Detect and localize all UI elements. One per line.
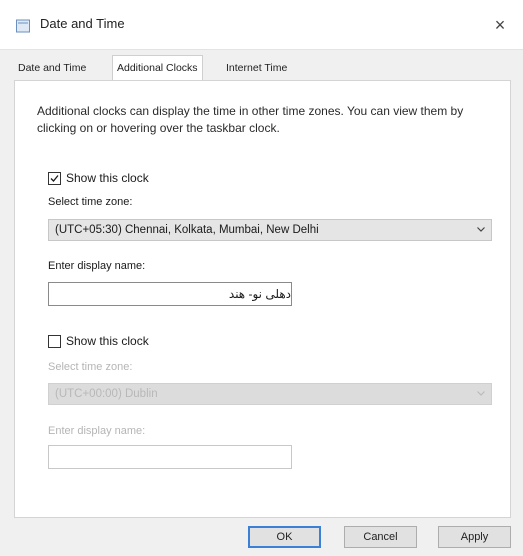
title-bar: Date and Time × xyxy=(0,0,523,50)
tab-additional-clocks[interactable]: Additional Clocks xyxy=(112,55,203,80)
clock-2-timezone-value: (UTC+00:00) Dublin xyxy=(55,388,158,400)
close-button[interactable]: × xyxy=(487,12,513,38)
show-clock-1-checkbox[interactable] xyxy=(48,172,61,185)
clock-1-timezone-label: Select time zone: xyxy=(48,196,133,208)
tab-internet-time[interactable]: Internet Time xyxy=(222,58,291,78)
apply-button[interactable]: Apply xyxy=(438,526,511,548)
clock-2-timezone-select: (UTC+00:00) Dublin xyxy=(48,383,492,405)
clock-window-icon xyxy=(16,19,30,33)
clock-1-timezone-value: (UTC+05:30) Chennai, Kolkata, Mumbai, Ne… xyxy=(55,224,319,236)
clock-1-display-name-label: Enter display name: xyxy=(48,260,146,272)
cancel-button[interactable]: Cancel xyxy=(344,526,417,548)
clock-2-timezone-label: Select time zone: xyxy=(48,361,133,373)
window-title: Date and Time xyxy=(40,16,125,31)
clock-1-display-name-input[interactable]: دهلی نو- هند xyxy=(48,282,292,306)
tab-date-and-time[interactable]: Date and Time xyxy=(14,58,90,78)
description-text: Additional clocks can display the time i… xyxy=(37,104,464,135)
show-clock-2-checkbox[interactable] xyxy=(48,335,61,348)
tab-panel: Additional clocks can display the time i… xyxy=(14,80,511,518)
chevron-down-icon xyxy=(477,391,485,396)
clock-2-display-name-input xyxy=(48,445,292,469)
show-clock-2-label: Show this clock xyxy=(66,334,149,348)
close-icon: × xyxy=(494,15,506,35)
chevron-down-icon xyxy=(477,227,485,232)
clock-1-timezone-select[interactable]: (UTC+05:30) Chennai, Kolkata, Mumbai, Ne… xyxy=(48,219,492,241)
clock-1-display-name-value: دهلی نو- هند xyxy=(228,287,291,301)
ok-button[interactable]: OK xyxy=(248,526,321,548)
show-clock-1-label: Show this clock xyxy=(66,171,149,185)
check-icon xyxy=(50,175,59,182)
clock-2-display-name-label: Enter display name: xyxy=(48,425,146,437)
